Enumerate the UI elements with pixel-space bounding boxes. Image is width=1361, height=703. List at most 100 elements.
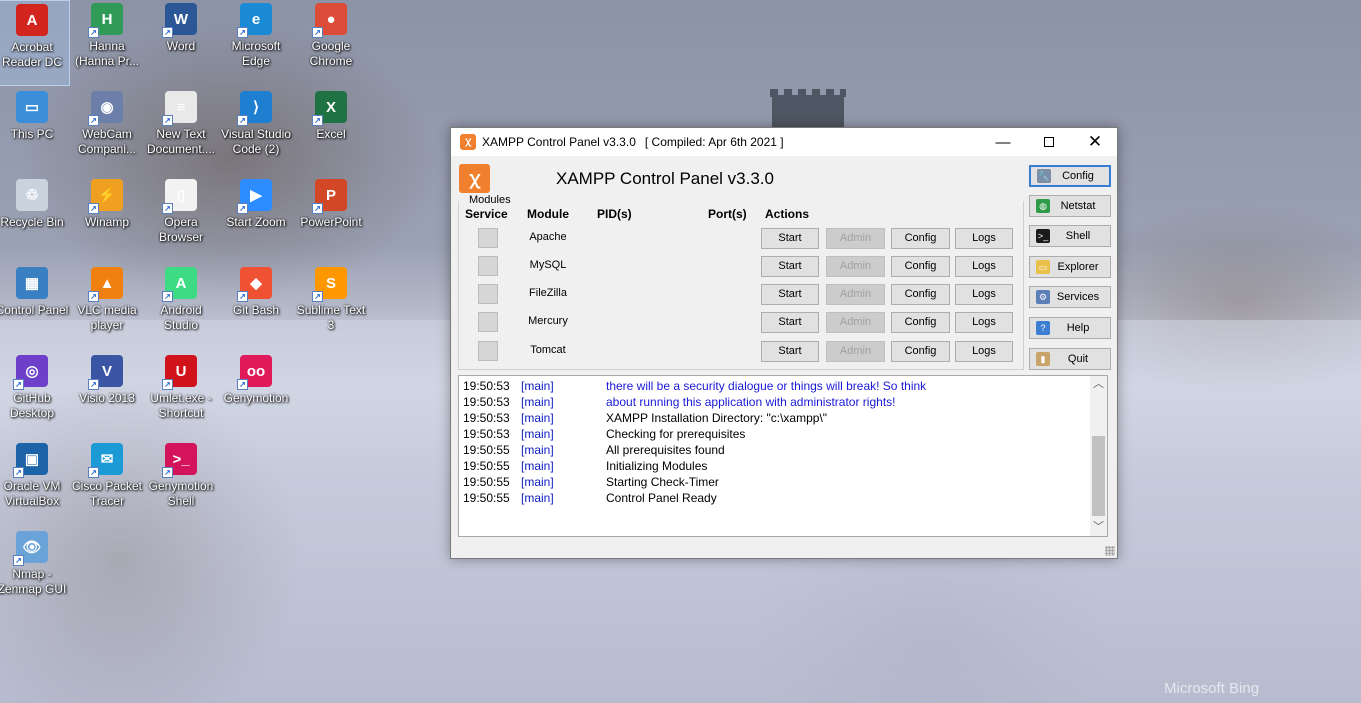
service-checkbox[interactable] — [478, 228, 498, 248]
desktop-icon-excel[interactable]: X ↗ Excel — [293, 88, 369, 174]
desktop-icon-label: Oracle VM VirtualBox — [3, 479, 61, 508]
desktop-icon-text-document[interactable]: ≡ ↗ New Text Document.... — [143, 88, 219, 174]
module-name: Mercury — [528, 315, 568, 327]
logs-button[interactable]: Logs — [955, 228, 1013, 249]
desktop-icon-packet-tracer[interactable]: ✉ ↗ Cisco Packet Tracer — [69, 440, 145, 526]
android-studio-icon: A ↗ — [162, 267, 197, 302]
log-scrollbar[interactable]: ︿ ﹀ — [1090, 376, 1107, 536]
start-button[interactable]: Start — [761, 228, 819, 249]
desktop-icon-opera[interactable]: ▯ ↗ Opera Browser — [143, 176, 219, 262]
text-document-icon: ≡ ↗ — [162, 91, 197, 126]
help-side-button[interactable]: ? Help — [1029, 317, 1111, 339]
desktop-icon-label: This PC — [10, 127, 54, 141]
start-button[interactable]: Start — [761, 341, 819, 362]
desktop-icon-umlet[interactable]: U ↗ Umlet.exe - Shortcut — [143, 352, 219, 438]
services-side-button[interactable]: ⚙ Services — [1029, 286, 1111, 308]
close-button[interactable]: ✕ — [1072, 128, 1118, 156]
virtualbox-icon: ▣ ↗ — [13, 443, 48, 478]
log-time: 19:50:55 — [463, 443, 510, 457]
config-button[interactable]: Config — [891, 341, 950, 362]
desktop-icon-vlc[interactable]: ▲ ↗ VLC media player — [69, 264, 145, 350]
resize-grip-icon[interactable] — [1105, 546, 1115, 556]
log-line: 19:50:53 [main] Checking for prerequisites — [459, 426, 1107, 442]
desktop-icon-zenmap[interactable]: 👁 ↗ Nmap - Zenmap GUI — [0, 528, 70, 614]
admin-button[interactable]: Admin — [826, 228, 885, 249]
config-side-button[interactable]: 🔧 Config — [1029, 165, 1111, 187]
start-button[interactable]: Start — [761, 256, 819, 277]
logs-button[interactable]: Logs — [955, 341, 1013, 362]
log-console[interactable]: 19:50:53 [main] there will be a security d… — [458, 375, 1108, 537]
desktop-icon-acrobat[interactable]: A Acrobat Reader DC — [0, 0, 70, 86]
desktop-icon-webcam[interactable]: ◉ ↗ WebCam Compani... — [69, 88, 145, 174]
admin-button[interactable]: Admin — [826, 341, 885, 362]
desktop-icon-label: Start Zoom — [226, 215, 286, 229]
desktop-icon-edge[interactable]: e ↗ Microsoft Edge — [218, 0, 294, 86]
explorer-side-button[interactable]: ▭ Explorer — [1029, 256, 1111, 278]
title-bar[interactable]: ꭓ XAMPP Control Panel v3.3.0 [ Compiled:… — [451, 128, 1117, 156]
config-button[interactable]: Config — [891, 284, 950, 305]
quit-side-button[interactable]: ▮ Quit — [1029, 348, 1111, 370]
desktop-icon-git-bash[interactable]: ◆ ↗ Git Bash — [218, 264, 294, 350]
desktop-icon-zoom[interactable]: ▶ ↗ Start Zoom — [218, 176, 294, 262]
shortcut-arrow-icon: ↗ — [312, 115, 323, 126]
desktop-icon-label: Control Panel — [0, 303, 69, 317]
desktop-icon-virtualbox[interactable]: ▣ ↗ Oracle VM VirtualBox — [0, 440, 70, 526]
log-message: there will be a security dialogue or thi… — [606, 379, 927, 393]
service-checkbox[interactable] — [478, 312, 498, 332]
desktop-icon-powerpoint[interactable]: P ↗ PowerPoint — [293, 176, 369, 262]
desktop-icon-word[interactable]: W ↗ Word — [143, 0, 219, 86]
desktop-icon-vscode[interactable]: ⟩ ↗ Visual Studio Code (2) — [218, 88, 294, 174]
log-source: [main] — [521, 459, 554, 473]
desktop-icon-sublime[interactable]: S ↗ Sublime Text 3 — [293, 264, 369, 350]
admin-button[interactable]: Admin — [826, 312, 885, 333]
vscode-icon: ⟩ ↗ — [237, 91, 272, 126]
maximize-button[interactable] — [1026, 128, 1072, 156]
desktop-icon-chrome-profile[interactable]: H ↗ Hanna (Hanna Pr... — [69, 0, 145, 86]
minimize-button[interactable]: — — [980, 128, 1026, 156]
header-service: Service — [465, 207, 508, 221]
desktop-icon-genymotion[interactable]: oo ↗ Genymotion — [218, 352, 294, 438]
start-button[interactable]: Start — [761, 312, 819, 333]
desktop-icon-genymotion-shell[interactable]: >_ ↗ Genymotion Shell — [143, 440, 219, 526]
desktop-icon-label: Visio 2013 — [79, 391, 135, 405]
packet-tracer-icon: ✉ ↗ — [88, 443, 123, 478]
desktop-icon-android-studio[interactable]: A ↗ Android Studio — [143, 264, 219, 350]
config-button[interactable]: Config — [891, 256, 950, 277]
side-button-label: Services — [1056, 291, 1100, 303]
log-message: about running this application with admi… — [606, 395, 896, 409]
desktop-icon-label: Sublime Text 3 — [296, 303, 366, 332]
admin-button[interactable]: Admin — [826, 284, 885, 305]
config-button[interactable]: Config — [891, 312, 950, 333]
logs-button[interactable]: Logs — [955, 312, 1013, 333]
desktop-icon-computer[interactable]: ▭ This PC — [0, 88, 70, 174]
xampp-title-icon: ꭓ — [460, 134, 476, 150]
log-time: 19:50:53 — [463, 379, 510, 393]
service-checkbox[interactable] — [478, 256, 498, 276]
sublime-icon: S ↗ — [312, 267, 347, 302]
module-name: MySQL — [529, 259, 567, 271]
admin-button[interactable]: Admin — [826, 256, 885, 277]
logs-button[interactable]: Logs — [955, 256, 1013, 277]
desktop-icon-recycle-bin[interactable]: ♲ Recycle Bin — [0, 176, 70, 262]
config-button[interactable]: Config — [891, 228, 950, 249]
log-source: [main] — [521, 491, 554, 505]
logs-button[interactable]: Logs — [955, 284, 1013, 305]
netstat-side-button[interactable]: ◍ Netstat — [1029, 195, 1111, 217]
service-checkbox[interactable] — [478, 284, 498, 304]
terminal-icon: >_ — [1036, 229, 1050, 243]
service-checkbox[interactable] — [478, 341, 498, 361]
scroll-down-icon[interactable]: ﹀ — [1090, 519, 1107, 536]
shell-side-button[interactable]: >_ Shell — [1029, 225, 1111, 247]
log-line: 19:50:53 [main] XAMPP Installation Directo… — [459, 410, 1107, 426]
desktop-icon-label: Genymotion — [223, 391, 289, 405]
desktop-icon-chrome[interactable]: ● ↗ Google Chrome — [293, 0, 369, 86]
log-line: 19:50:53 [main] there will be a security d… — [459, 378, 1107, 394]
desktop-icon-winamp[interactable]: ⚡ ↗ Winamp — [69, 176, 145, 262]
scroll-thumb[interactable] — [1092, 436, 1105, 516]
desktop-icon-github-desktop[interactable]: ◎ ↗ GitHub Desktop — [0, 352, 70, 438]
desktop-icon-control-panel[interactable]: ▦ Control Panel — [0, 264, 70, 350]
desktop-icon-visio[interactable]: V ↗ Visio 2013 — [69, 352, 145, 438]
desktop-icon-label: Winamp — [84, 215, 129, 229]
scroll-up-icon[interactable]: ︿ — [1090, 376, 1107, 393]
start-button[interactable]: Start — [761, 284, 819, 305]
